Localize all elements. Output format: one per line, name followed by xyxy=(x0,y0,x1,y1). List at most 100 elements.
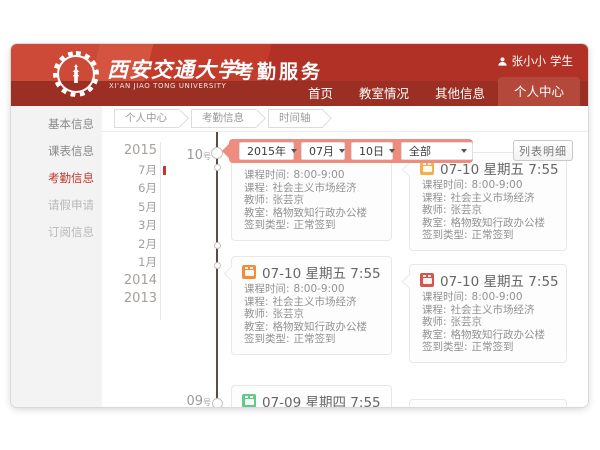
field-label: 签到类型: xyxy=(422,341,468,353)
university-name-cn: 西安交通大学 xyxy=(107,54,239,84)
field-label: 课程: xyxy=(244,182,269,194)
filter-bar: 2015年 07月 10日 全部 xyxy=(229,139,473,163)
list-detail-button[interactable]: 列表明细 xyxy=(513,140,573,161)
nav-tab-personal-center[interactable]: 个人中心 xyxy=(498,77,580,106)
crumb-chevron-icon xyxy=(170,109,189,128)
breadcrumb-attendance-info[interactable]: 考勤信息 xyxy=(191,109,256,128)
axis-divider xyxy=(160,142,161,320)
card-field-row: 教室: 格物致知行政办公楼 xyxy=(420,329,556,342)
card-field-row: 签到类型:正常签到 xyxy=(420,341,556,354)
card-date-title: 07-10 星期五 7:55 xyxy=(262,262,381,282)
timeline-node xyxy=(212,398,223,408)
card-field-row: 课程: 社会主义市场经济 xyxy=(242,182,381,195)
sidebar-item-basic-info[interactable]: 基本信息 xyxy=(11,111,102,138)
filter-bar-pointer xyxy=(222,144,236,158)
attendance-card-partial xyxy=(409,399,567,407)
field-label: 教师: xyxy=(422,316,447,328)
day-marker-09: 09号 xyxy=(177,390,211,407)
university-gear-emblem-icon xyxy=(53,51,99,97)
field-value: 社会主义市场经济 xyxy=(451,192,535,204)
field-value: 正常签到 xyxy=(294,333,336,345)
timeline-axis-item[interactable]: 3月 xyxy=(111,216,157,235)
calendar-status-icon xyxy=(242,265,256,279)
field-label: 签到类型: xyxy=(244,333,290,345)
breadcrumb: 个人中心考勤信息时间轴 xyxy=(102,106,588,132)
timeline-axis-item[interactable]: 5月 xyxy=(111,198,157,217)
attendance-card: 07-10 星期五 7:55 课程时间:8:00-9:00课程:社会主义市场经济… xyxy=(409,152,567,251)
card-date-title: 07-09 星期四 7:55 xyxy=(262,391,381,408)
card-field-row: 签到类型: 正常签到 xyxy=(242,333,381,346)
timeline-axis: 20157月6月5月3月2月1月20142013 xyxy=(111,106,157,309)
card-field-row: 课程:社会主义市场经济 xyxy=(242,296,381,309)
card-pointer xyxy=(224,266,240,282)
user-info[interactable]: 张小小 学生 xyxy=(497,53,574,69)
card-field-row: 教室:格物致知行政办公楼 xyxy=(242,321,381,334)
field-label: 教室: xyxy=(422,329,447,341)
sidebar-item-course-schedule[interactable]: 课表信息 xyxy=(11,138,102,165)
card-pointer xyxy=(402,274,418,290)
sidebar: 基本信息课表信息考勤信息请假申请订阅信息 xyxy=(11,106,102,407)
year-select[interactable]: 2015年 xyxy=(239,142,294,160)
timeline-line xyxy=(216,132,218,407)
breadcrumb-timeline[interactable]: 时间轴 xyxy=(268,109,323,128)
timeline-axis-item[interactable]: 6月 xyxy=(111,179,157,198)
nav-tab-home[interactable]: 首页 xyxy=(295,81,346,106)
field-value: 格物致知行政办公楼 xyxy=(451,329,546,341)
timeline-axis-item[interactable]: 7月 xyxy=(111,161,157,180)
timeline-axis-item[interactable]: 2013 xyxy=(111,290,157,309)
field-label: 教师: xyxy=(244,194,269,206)
card-field-row: 课程: 社会主义市场经济 xyxy=(420,192,556,205)
card-field-row: 教室:格物致知行政办公楼 xyxy=(420,217,556,230)
field-label: 教室: xyxy=(244,207,269,219)
card-field-row: 课程时间: 8:00-9:00 xyxy=(242,283,381,296)
field-value: 社会主义市场经济 xyxy=(273,182,357,194)
app-header: 西安交通大学 XI'AN JIAO TONG UNIVERSITY 考勤服务 张… xyxy=(11,44,588,106)
month-select[interactable]: 07月 xyxy=(301,142,345,160)
card-field-row: 课程时间:8:00-9:00 xyxy=(420,179,556,192)
caret-down-icon xyxy=(339,149,345,153)
field-value: 正常签到 xyxy=(294,219,336,231)
nav-tab-classroom-status[interactable]: 教室情况 xyxy=(346,81,422,106)
university-name-en: XI'AN JIAO TONG UNIVERSITY xyxy=(109,82,226,90)
field-label: 课程时间: xyxy=(422,179,468,191)
card-field-row: 教师:张芸京 xyxy=(242,308,381,321)
timeline-axis-item[interactable]: 1月 xyxy=(111,253,157,272)
field-label: 教室: xyxy=(422,217,447,229)
calendar-status-icon xyxy=(420,273,434,287)
field-label: 教师: xyxy=(422,204,447,216)
nav-tab-other-info[interactable]: 其他信息 xyxy=(422,81,498,106)
calendar-status-icon xyxy=(242,394,256,408)
crumb-chevron-icon xyxy=(313,109,332,128)
field-label: 课程: xyxy=(422,304,447,316)
sidebar-item-subscription-info[interactable]: 订阅信息 xyxy=(11,219,102,246)
timeline-axis-item[interactable]: 2月 xyxy=(111,235,157,254)
field-value: 8:00-9:00 xyxy=(294,169,345,181)
card-pointer xyxy=(402,162,418,178)
card-field-row: 教师: 张芸京 xyxy=(420,316,556,329)
user-name: 张小小 xyxy=(512,53,547,69)
timeline-node xyxy=(214,262,221,269)
caret-down-icon xyxy=(389,149,395,153)
card-field-row: 教师: 张芸京 xyxy=(420,204,556,217)
timeline-axis-item[interactable]: 2015 xyxy=(111,142,157,161)
field-label: 课程时间: xyxy=(244,283,290,295)
field-value: 张芸京 xyxy=(451,316,483,328)
person-icon xyxy=(497,56,508,67)
field-label: 课程时间: xyxy=(422,291,468,303)
timeline-node xyxy=(214,242,221,249)
field-value: 8:00-9:00 xyxy=(294,283,345,295)
caret-down-icon xyxy=(461,149,467,153)
field-value: 正常签到 xyxy=(472,229,514,241)
card-field-row: 课程时间:8:00-9:00 xyxy=(420,291,556,304)
attendance-card: 07-10 星期五 7:55 课程时间:8:00-9:00课程:社会主义市场经济… xyxy=(409,264,567,363)
sidebar-item-attendance-info[interactable]: 考勤信息 xyxy=(11,165,102,192)
field-label: 课程: xyxy=(422,192,447,204)
type-select[interactable]: 全部 xyxy=(401,142,473,160)
sidebar-item-leave-request[interactable]: 请假申请 xyxy=(11,192,102,219)
timeline-axis-item[interactable]: 2014 xyxy=(111,272,157,291)
field-label: 课程时间: xyxy=(244,169,290,181)
crumb-chevron-icon xyxy=(247,109,266,128)
field-value: 张芸京 xyxy=(451,204,483,216)
day-select[interactable]: 10日 xyxy=(351,142,393,160)
card-field-row: 课程时间: 8:00-9:00 xyxy=(242,169,381,182)
